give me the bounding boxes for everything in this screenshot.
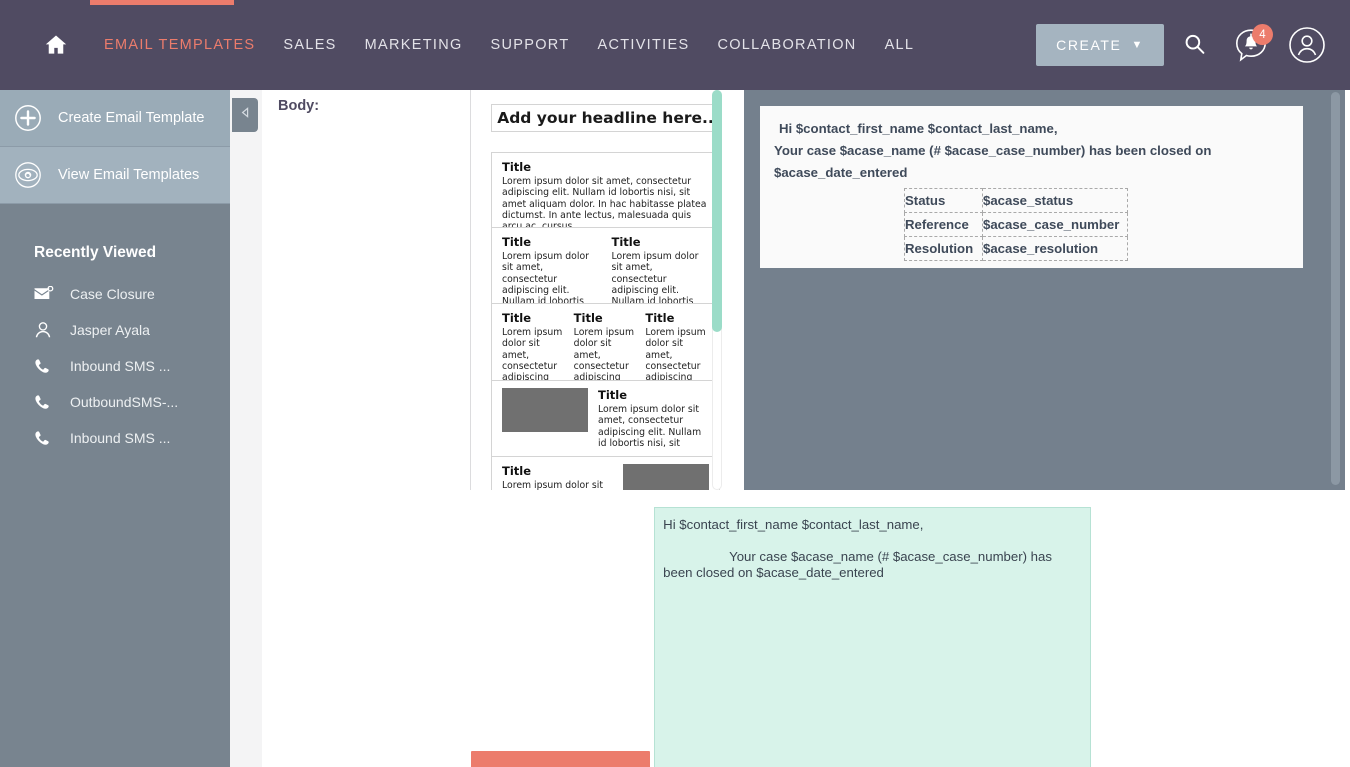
preview-table-value: $acase_case_number bbox=[982, 211, 1128, 237]
recent-item-jasper-ayala[interactable]: Jasper Ayala bbox=[0, 312, 230, 348]
create-button-label: CREATE bbox=[1056, 37, 1122, 53]
preview-scrollbar-thumb[interactable] bbox=[1331, 92, 1340, 485]
preview-table-key: Reference bbox=[904, 211, 983, 237]
nav-right-actions: CREATE ▼ 4 bbox=[1036, 0, 1332, 90]
plain-text-section: HIDE PLAIN TEXT bbox=[471, 502, 1350, 767]
sidebar-collapse-button[interactable] bbox=[232, 98, 258, 132]
notifications-bell-icon[interactable]: 4 bbox=[1226, 20, 1276, 70]
block-title: Title bbox=[573, 311, 603, 325]
plain-text-textarea[interactable] bbox=[654, 507, 1092, 767]
block-title: Title bbox=[598, 388, 628, 402]
nav-link-all[interactable]: ALL bbox=[871, 37, 929, 53]
chevron-down-icon: ▼ bbox=[1131, 38, 1144, 51]
eye-at-icon bbox=[12, 159, 44, 191]
nav-link-collaboration[interactable]: COLLABORATION bbox=[703, 37, 870, 53]
recent-item-inbound-sms-1[interactable]: Inbound SMS ... bbox=[0, 348, 230, 384]
email-preview-sheet[interactable]: Hi $contact_first_name $contact_last_nam… bbox=[760, 106, 1303, 268]
block-image-left-text-right[interactable]: Title Lorem ipsum dolor sit amet, consec… bbox=[491, 380, 720, 458]
block-text: Lorem ipsum dolor sit amet, consectetur … bbox=[502, 480, 603, 490]
nav-link-support[interactable]: SUPPORT bbox=[477, 37, 584, 53]
block-library-scrollbar[interactable] bbox=[712, 90, 722, 490]
nav-link-marketing[interactable]: MARKETING bbox=[351, 37, 477, 53]
preview-case-table: Status $acase_status Reference $acase_ca… bbox=[904, 187, 1128, 261]
person-icon bbox=[34, 320, 60, 340]
block-title: Title bbox=[611, 235, 641, 249]
block-title: Title bbox=[502, 160, 532, 174]
block-title: Title bbox=[502, 311, 532, 325]
recent-item-label: Case Closure bbox=[70, 286, 155, 302]
user-avatar-icon[interactable] bbox=[1282, 20, 1332, 70]
hide-plain-text-button[interactable]: HIDE PLAIN TEXT bbox=[471, 751, 650, 767]
body-field-row: Body: Add your headline here.. Title Lor… bbox=[262, 90, 1345, 492]
block-image-placeholder bbox=[623, 464, 709, 490]
recent-item-outbound-sms[interactable]: OutboundSMS-... bbox=[0, 384, 230, 420]
preview-line-3: $acase_date_entered bbox=[774, 164, 908, 180]
phone-icon bbox=[34, 428, 60, 448]
block-image-placeholder bbox=[502, 388, 588, 432]
preview-table-value: $acase_resolution bbox=[982, 235, 1128, 261]
nav-link-sales[interactable]: SALES bbox=[269, 37, 350, 53]
block-library-scrollbar-thumb[interactable] bbox=[712, 90, 722, 332]
phone-icon bbox=[34, 356, 60, 376]
preview-line-2: Your case $acase_name (# $acase_case_num… bbox=[774, 142, 1212, 158]
top-navigation-bar: EMAIL TEMPLATES SALES MARKETING SUPPORT … bbox=[0, 0, 1350, 90]
table-row: Resolution $acase_resolution bbox=[904, 235, 1128, 261]
preview-table-key: Resolution bbox=[904, 235, 983, 261]
recent-item-label: OutboundSMS-... bbox=[70, 394, 179, 410]
table-row: Status $acase_status bbox=[904, 187, 1128, 213]
recently-viewed-list: Case Closure Jasper Ayala Inbound SMS ..… bbox=[0, 276, 230, 456]
home-icon[interactable] bbox=[42, 31, 70, 59]
email-preview-canvas[interactable]: Hi $contact_first_name $contact_last_nam… bbox=[744, 90, 1345, 490]
collapse-left-icon bbox=[239, 106, 252, 124]
sidebar-create-email-template[interactable]: Create Email Template bbox=[0, 90, 230, 147]
sidebar-view-email-templates-label: View Email Templates bbox=[58, 167, 200, 183]
recent-item-case-closure[interactable]: Case Closure bbox=[0, 276, 230, 312]
block-text: Lorem ipsum dolor sit amet, consectetur … bbox=[598, 404, 702, 449]
plus-circle-icon bbox=[12, 102, 44, 134]
block-title: Title bbox=[502, 235, 532, 249]
recent-item-inbound-sms-2[interactable]: Inbound SMS ... bbox=[0, 420, 230, 456]
create-button[interactable]: CREATE ▼ bbox=[1036, 24, 1164, 66]
block-title: Title bbox=[645, 311, 675, 325]
sidebar-view-email-templates[interactable]: View Email Templates bbox=[0, 147, 230, 204]
preview-scrollbar[interactable] bbox=[1331, 90, 1340, 490]
email-plus-icon bbox=[34, 284, 60, 304]
email-block-library: Add your headline here.. Title Lorem ips… bbox=[471, 90, 745, 490]
block-title: Title bbox=[502, 464, 532, 478]
body-label: Body: bbox=[278, 98, 320, 114]
nav-link-email-templates[interactable]: EMAIL TEMPLATES bbox=[90, 37, 269, 53]
sidebar-create-email-template-label: Create Email Template bbox=[58, 110, 205, 126]
recently-viewed-heading: Recently Viewed bbox=[34, 244, 157, 261]
recent-item-label: Inbound SMS ... bbox=[70, 430, 171, 446]
recent-item-label: Jasper Ayala bbox=[70, 322, 150, 338]
nav-link-activities[interactable]: ACTIVITIES bbox=[583, 37, 703, 53]
recent-item-label: Inbound SMS ... bbox=[70, 358, 171, 374]
table-row: Reference $acase_case_number bbox=[904, 211, 1128, 237]
search-icon[interactable] bbox=[1170, 20, 1220, 70]
left-sidebar: Create Email Template View Email Templat… bbox=[0, 90, 230, 767]
block-text: Lorem ipsum dolor sit amet, consectetur … bbox=[502, 176, 707, 232]
block-text-left-image-right[interactable]: Title Lorem ipsum dolor sit amet, consec… bbox=[491, 456, 720, 490]
preview-table-value: $acase_status bbox=[982, 187, 1128, 213]
notification-count-badge: 4 bbox=[1252, 24, 1273, 45]
phone-icon bbox=[34, 392, 60, 412]
main-content-area: Body: Add your headline here.. Title Lor… bbox=[230, 90, 1350, 767]
preview-greeting: Hi $contact_first_name $contact_last_nam… bbox=[779, 121, 1058, 136]
block-headline[interactable]: Add your headline here.. bbox=[491, 104, 720, 132]
preview-table-key: Status bbox=[904, 187, 983, 213]
nav-links: EMAIL TEMPLATES SALES MARKETING SUPPORT … bbox=[90, 37, 928, 53]
content-sheet: Body: Add your headline here.. Title Lor… bbox=[262, 90, 1350, 767]
